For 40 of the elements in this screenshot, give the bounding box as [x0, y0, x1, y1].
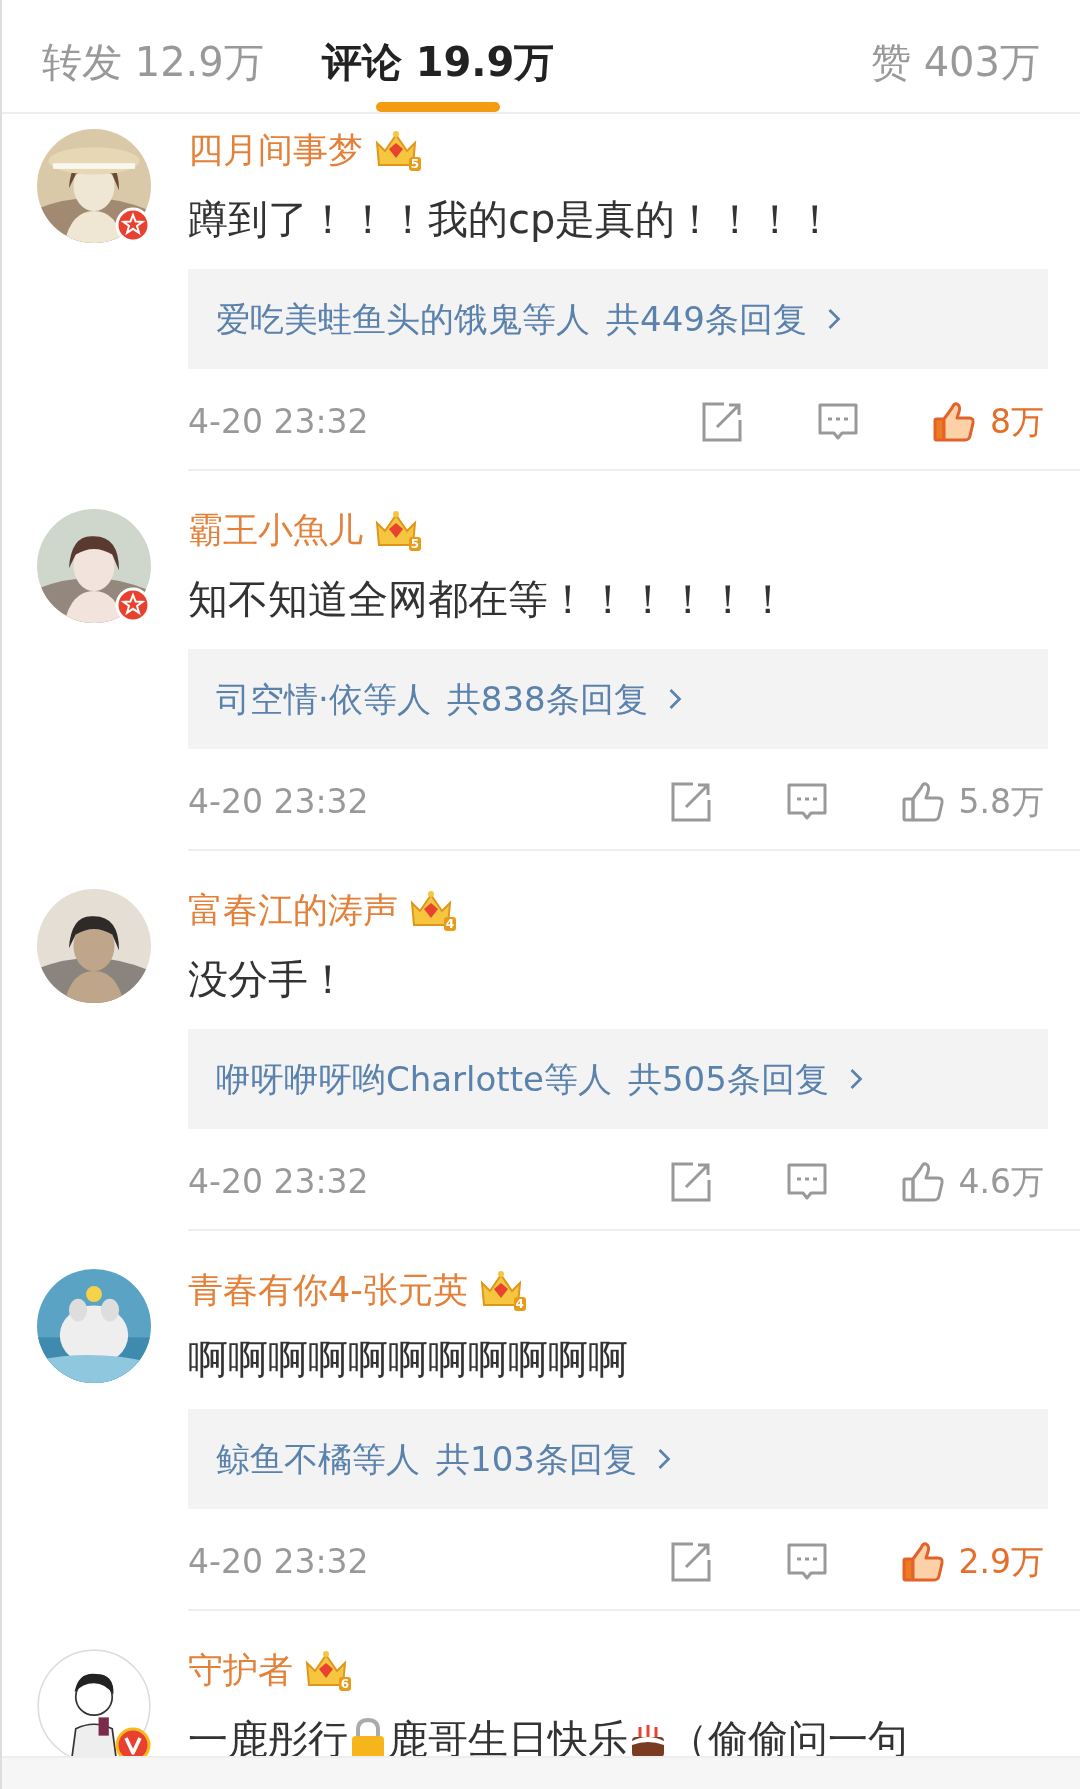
reply-count: 共449条回复 [606, 297, 807, 341]
user-name[interactable]: 青春有你4-张元英 [188, 1270, 468, 1310]
tab[interactable]: 转发 12.9万 [42, 12, 264, 112]
replies-link[interactable]: 司空情·依等人 共838条回复 [188, 649, 1048, 749]
tab[interactable]: 赞 403万 [870, 12, 1040, 112]
comment-text: 蹲到了！！！我的cp是真的！！！！ [188, 195, 836, 244]
thumbs-up-icon[interactable] [900, 1540, 945, 1584]
comment-text: 啊啊啊啊啊啊啊啊啊啊啊 [188, 1335, 628, 1384]
timestamp: 4-20 23:32 [188, 401, 369, 444]
user-name[interactable]: 守护者 [188, 1650, 293, 1690]
thumbs-up-icon[interactable] [932, 400, 976, 444]
timestamp: 4-20 23:32 [188, 781, 369, 824]
star-badge-icon [115, 207, 151, 243]
like-count: 5.8万 [958, 781, 1044, 824]
thumbs-up-icon[interactable] [900, 780, 945, 824]
comment-text: 知不知道全网都在等！！！！！！ [188, 575, 788, 624]
timestamp: 4-20 23:32 [188, 1161, 369, 1204]
reply-names: 爱吃美蛙鱼头的饿鬼等人 [216, 297, 590, 341]
user-name[interactable]: 四月间事梦 [188, 130, 363, 170]
tab[interactable]: 评论 19.9万 [321, 12, 555, 112]
like-count: 4.6万 [958, 1161, 1044, 1204]
timestamp: 4-20 23:32 [188, 1541, 369, 1584]
reply-count: 共505条回复 [627, 1057, 829, 1101]
reply-names: 鲸鱼不橘等人 [216, 1437, 420, 1481]
user-name[interactable]: 霸王小魚儿 [188, 510, 363, 550]
reply-count: 共838条回复 [446, 677, 648, 721]
comment-text: 没分手！ [188, 955, 348, 1004]
reply-count: 共103条回复 [436, 1437, 637, 1481]
user-name[interactable]: 富春江的涛声 [188, 890, 398, 930]
like-count: 2.9万 [958, 1541, 1044, 1584]
reply-names: 咿呀咿呀哟Charlotte等人 [216, 1057, 612, 1101]
star-badge-icon [115, 587, 151, 623]
share-icon[interactable] [700, 400, 744, 444]
like-count: 8万 [990, 401, 1044, 444]
reply-names: 司空情·依等人 [216, 677, 431, 721]
comment-text: 鹿哥生日快乐 [388, 1715, 628, 1764]
thumbs-up-icon[interactable] [900, 1160, 945, 1204]
replies-link[interactable]: 咿呀咿呀哟Charlotte等人 共505条回复 [188, 1029, 1048, 1129]
replies-link[interactable]: 爱吃美蛙鱼头的饿鬼等人 共449条回复 [188, 269, 1048, 369]
replies-link[interactable]: 鲸鱼不橘等人 共103条回复 [188, 1409, 1048, 1509]
